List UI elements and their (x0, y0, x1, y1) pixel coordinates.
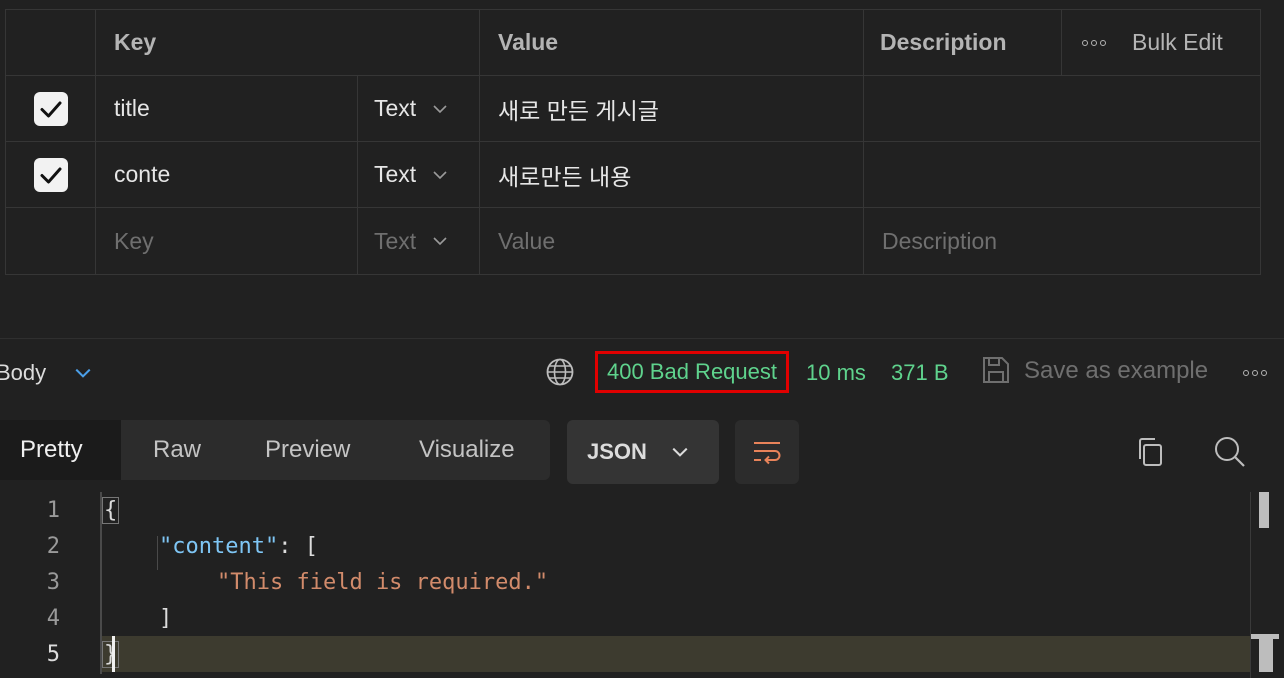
type-label: Text (374, 227, 417, 254)
wrap-lines-icon (754, 442, 781, 465)
current-line-highlight (100, 636, 1250, 672)
json-punctuation: : [ (278, 534, 318, 559)
table-row-placeholder: Key Text Value Description (6, 208, 1260, 274)
type-dropdown[interactable]: Text (358, 208, 480, 274)
more-options-icon[interactable] (1243, 370, 1267, 376)
matching-brace: } (102, 641, 120, 668)
json-key: "content" (159, 534, 279, 559)
scrollbar-thumb[interactable] (1259, 492, 1269, 528)
header-key: Key (96, 10, 480, 75)
value-cell[interactable]: 새로만든 내용 (480, 142, 864, 207)
description-cell[interactable] (864, 76, 1260, 141)
scrollbar-track[interactable] (1250, 492, 1251, 678)
chevron-down-icon[interactable] (74, 364, 92, 382)
row-checkbox[interactable] (33, 91, 68, 126)
save-as-example-button[interactable]: Save as example (1024, 357, 1208, 385)
scrollbar-marker (1259, 638, 1273, 672)
response-time[interactable]: 10 ms (806, 360, 866, 386)
table-row: title Text 새로 만든 게시글 (6, 76, 1260, 142)
response-body-editor[interactable]: 1 2 3 4 5 { "content": [ "This field is … (0, 492, 1284, 678)
line-number: 3 (46, 570, 60, 595)
header-value: Value (480, 10, 864, 75)
code-close-bracket: ] (159, 606, 173, 631)
section-divider (0, 338, 1284, 339)
tab-pretty[interactable]: Pretty (0, 420, 121, 480)
text-cursor (112, 636, 115, 672)
description-placeholder[interactable]: Description (864, 208, 1260, 274)
chevron-down-icon (433, 237, 447, 246)
bulk-edit-link[interactable]: Bulk Edit (1132, 29, 1223, 56)
header-check-cell (6, 10, 96, 75)
params-table: Key Value Description Bulk Edit title Te… (5, 9, 1261, 275)
type-dropdown[interactable]: Text (358, 76, 480, 141)
copy-icon[interactable] (1135, 436, 1165, 468)
response-bar: Body 400 Bad Request 10 ms 371 B Save as… (0, 340, 1284, 404)
checkmark-icon (40, 167, 61, 183)
header-actions: Bulk Edit (1062, 10, 1260, 75)
row-check-cell (6, 76, 96, 141)
table-header-row: Key Value Description Bulk Edit (6, 10, 1260, 76)
code-open-brace: { (102, 497, 120, 524)
json-string: "This field is required." (217, 570, 549, 595)
checkmark-icon (40, 101, 61, 117)
value-placeholder[interactable]: Value (480, 208, 864, 274)
type-label: Text (374, 161, 417, 187)
status-badge[interactable]: 400 Bad Request (595, 351, 789, 393)
chevron-down-icon (433, 104, 447, 113)
matching-brace: { (102, 497, 120, 524)
chevron-down-icon (672, 447, 688, 457)
type-dropdown[interactable]: Text (358, 142, 480, 207)
type-label: Text (374, 95, 417, 121)
tab-preview[interactable]: Preview (233, 420, 387, 480)
search-icon[interactable] (1213, 435, 1247, 469)
more-options-icon[interactable] (1082, 39, 1106, 46)
line-number: 2 (46, 534, 60, 559)
response-size[interactable]: 371 B (891, 360, 949, 386)
indent-guide (157, 536, 158, 570)
tab-visualize[interactable]: Visualize (387, 420, 515, 480)
format-dropdown[interactable]: JSON (567, 420, 719, 484)
header-description: Description (864, 10, 1062, 75)
format-label: JSON (587, 439, 647, 464)
globe-icon[interactable] (545, 357, 575, 387)
line-number: 5 (46, 642, 60, 667)
key-cell[interactable]: title (96, 76, 358, 141)
line-number: 4 (46, 606, 60, 631)
body-tab[interactable]: Body (0, 360, 46, 386)
view-tabs: Pretty Raw Preview Visualize (0, 420, 550, 480)
row-check-cell (6, 142, 96, 207)
code-close-brace: } (102, 641, 120, 668)
key-cell[interactable]: conte (96, 142, 358, 207)
save-icon[interactable] (981, 355, 1011, 385)
chevron-down-icon (433, 170, 447, 179)
wrap-lines-button[interactable] (735, 420, 799, 484)
row-checkbox[interactable] (33, 157, 68, 192)
description-cell[interactable] (864, 142, 1260, 207)
row-check-cell (6, 208, 96, 274)
key-placeholder[interactable]: Key (96, 208, 358, 274)
value-cell[interactable]: 새로 만든 게시글 (480, 76, 864, 141)
tab-raw[interactable]: Raw (121, 420, 233, 480)
code-line: "content": [ (159, 534, 318, 559)
table-row: conte Text 새로만든 내용 (6, 142, 1260, 208)
line-number: 1 (46, 498, 60, 523)
